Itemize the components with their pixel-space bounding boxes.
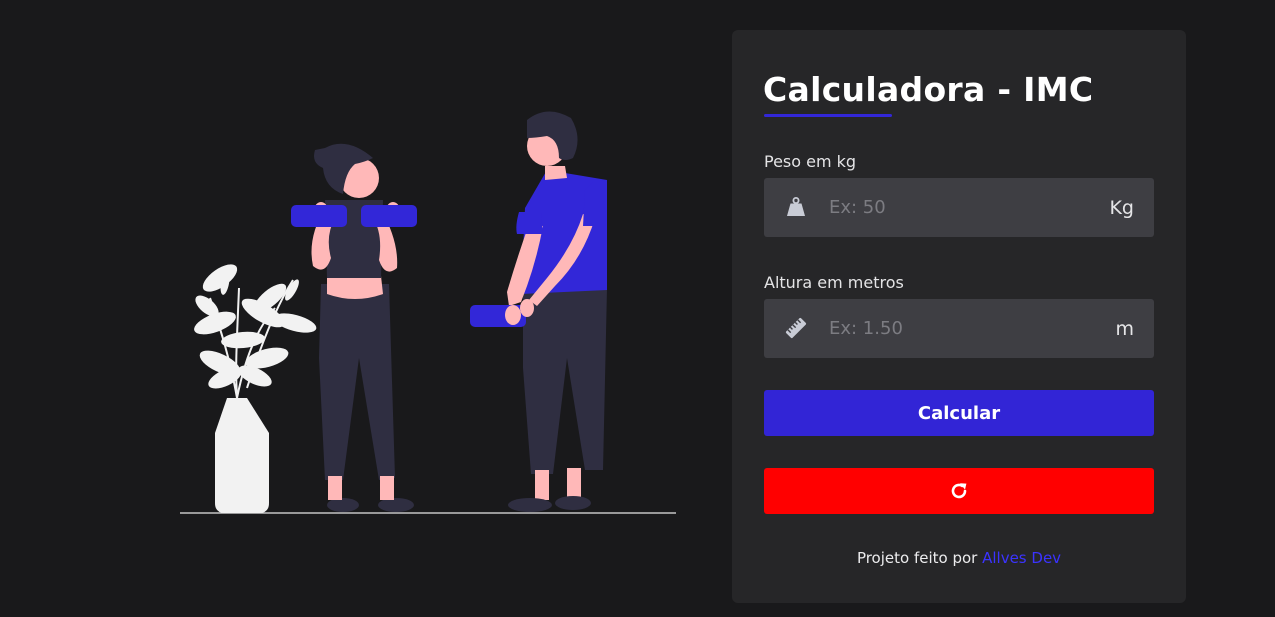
height-unit: m — [1115, 318, 1134, 340]
author-link[interactable]: Allves Dev — [982, 549, 1061, 567]
imc-calculator-panel: Calculadora - IMC Peso em kg Kg Altura e… — [732, 30, 1186, 603]
title-underline — [764, 114, 892, 117]
ruler-icon — [784, 316, 808, 340]
page-title: Calculadora - IMC — [763, 70, 1094, 109]
weight-input[interactable] — [829, 178, 1089, 237]
calculate-button[interactable]: Calcular — [764, 390, 1154, 436]
weight-label: Peso em kg — [764, 152, 857, 171]
footer-text: Projeto feito por — [856, 549, 978, 567]
height-field: m — [764, 299, 1154, 358]
height-label: Altura em metros — [764, 273, 904, 292]
weight-field: Kg — [764, 178, 1154, 237]
height-input[interactable] — [829, 299, 1089, 358]
reset-button[interactable] — [764, 468, 1154, 514]
vase — [215, 398, 269, 513]
plant — [194, 264, 317, 399]
weight-unit: Kg — [1109, 197, 1134, 219]
man-figure — [470, 111, 607, 512]
rotate-right-icon — [951, 483, 967, 499]
fitness-illustration — [180, 111, 676, 514]
footer: Projeto feito por Allves Dev — [732, 548, 1186, 568]
weight-icon — [784, 195, 808, 219]
